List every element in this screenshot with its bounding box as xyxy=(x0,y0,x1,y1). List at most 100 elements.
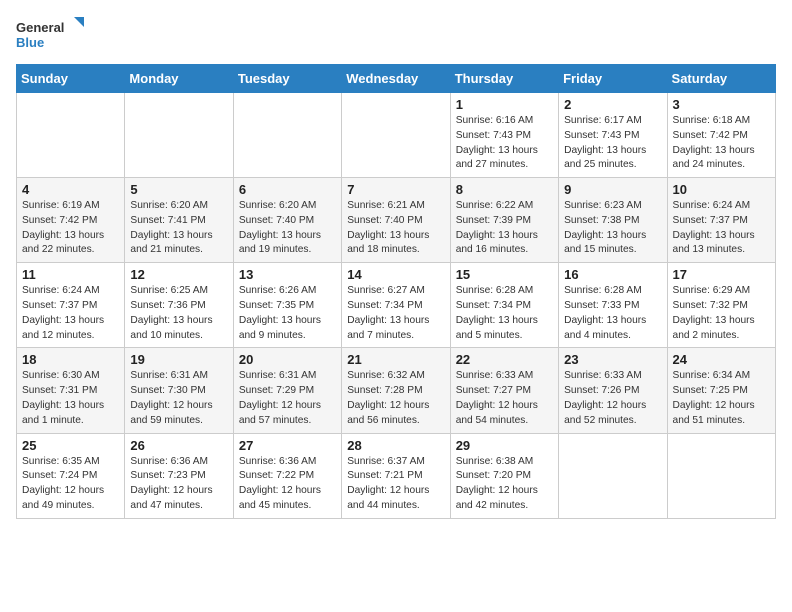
calendar-cell: 9 Sunrise: 6:23 AM Sunset: 7:38 PM Daylig… xyxy=(559,178,667,263)
day-number: 15 xyxy=(456,267,553,282)
day-number: 23 xyxy=(564,352,661,367)
day-number: 10 xyxy=(673,182,770,197)
calendar-week-row: 4 Sunrise: 6:19 AM Sunset: 7:42 PM Daylig… xyxy=(17,178,776,263)
calendar-cell: 20 Sunrise: 6:31 AM Sunset: 7:29 PM Dayli… xyxy=(233,348,341,433)
day-number: 3 xyxy=(673,97,770,112)
calendar-cell: 1 Sunrise: 6:16 AM Sunset: 7:43 PM Daylig… xyxy=(450,93,558,178)
day-info: Sunrise: 6:33 AM Sunset: 7:27 PM Dayligh… xyxy=(456,369,553,428)
calendar-week-row: 1 Sunrise: 6:16 AM Sunset: 7:43 PM Daylig… xyxy=(17,93,776,178)
calendar-cell xyxy=(667,433,775,518)
calendar-cell: 23Sunrise: 6:33 AM Sunset: 7:26 PM Dayli… xyxy=(559,348,667,433)
day-number: 29 xyxy=(456,438,553,453)
day-number: 20 xyxy=(239,352,336,367)
day-info: Sunrise: 6:36 AM Sunset: 7:23 PM Dayligh… xyxy=(130,455,227,514)
logo-svg: General Blue xyxy=(16,16,86,54)
day-info: Sunrise: 6:23 AM Sunset: 7:38 PM Dayligh… xyxy=(564,199,661,258)
day-number: 16 xyxy=(564,267,661,282)
day-info: Sunrise: 6:24 AM Sunset: 7:37 PM Dayligh… xyxy=(673,199,770,258)
day-info: Sunrise: 6:35 AM Sunset: 7:24 PM Dayligh… xyxy=(22,455,119,514)
day-number: 12 xyxy=(130,267,227,282)
day-number: 25 xyxy=(22,438,119,453)
calendar-cell: 26 Sunrise: 6:36 AM Sunset: 7:23 PM Dayli… xyxy=(125,433,233,518)
day-number: 28 xyxy=(347,438,444,453)
day-info: Sunrise: 6:34 AM Sunset: 7:25 PM Dayligh… xyxy=(673,369,770,428)
day-number: 22 xyxy=(456,352,553,367)
day-info: Sunrise: 6:20 AM Sunset: 7:40 PM Dayligh… xyxy=(239,199,336,258)
calendar-cell: 18 Sunrise: 6:30 AM Sunset: 7:31 PM Dayli… xyxy=(17,348,125,433)
calendar-cell: 7Sunrise: 6:21 AM Sunset: 7:40 PM Daylig… xyxy=(342,178,450,263)
calendar-cell: 29Sunrise: 6:38 AM Sunset: 7:20 PM Dayli… xyxy=(450,433,558,518)
calendar-week-row: 25 Sunrise: 6:35 AM Sunset: 7:24 PM Dayli… xyxy=(17,433,776,518)
calendar-week-row: 11 Sunrise: 6:24 AM Sunset: 7:37 PM Dayli… xyxy=(17,263,776,348)
day-of-week-header: Wednesday xyxy=(342,65,450,93)
calendar-cell: 4 Sunrise: 6:19 AM Sunset: 7:42 PM Daylig… xyxy=(17,178,125,263)
day-info: Sunrise: 6:20 AM Sunset: 7:41 PM Dayligh… xyxy=(130,199,227,258)
calendar-cell: 3 Sunrise: 6:18 AM Sunset: 7:42 PM Daylig… xyxy=(667,93,775,178)
calendar-cell: 11 Sunrise: 6:24 AM Sunset: 7:37 PM Dayli… xyxy=(17,263,125,348)
day-number: 17 xyxy=(673,267,770,282)
calendar-cell: 19Sunrise: 6:31 AM Sunset: 7:30 PM Dayli… xyxy=(125,348,233,433)
calendar-cell: 14Sunrise: 6:27 AM Sunset: 7:34 PM Dayli… xyxy=(342,263,450,348)
calendar-cell: 27 Sunrise: 6:36 AM Sunset: 7:22 PM Dayli… xyxy=(233,433,341,518)
day-of-week-header: Saturday xyxy=(667,65,775,93)
calendar-table: SundayMondayTuesdayWednesdayThursdayFrid… xyxy=(16,64,776,519)
day-info: Sunrise: 6:36 AM Sunset: 7:22 PM Dayligh… xyxy=(239,455,336,514)
calendar-cell: 2Sunrise: 6:17 AM Sunset: 7:43 PM Daylig… xyxy=(559,93,667,178)
day-info: Sunrise: 6:30 AM Sunset: 7:31 PM Dayligh… xyxy=(22,369,119,428)
day-info: Sunrise: 6:37 AM Sunset: 7:21 PM Dayligh… xyxy=(347,455,444,514)
day-info: Sunrise: 6:27 AM Sunset: 7:34 PM Dayligh… xyxy=(347,284,444,343)
day-number: 13 xyxy=(239,267,336,282)
logo: General Blue xyxy=(16,16,86,54)
day-number: 11 xyxy=(22,267,119,282)
calendar-cell: 16 Sunrise: 6:28 AM Sunset: 7:33 PM Dayli… xyxy=(559,263,667,348)
day-info: Sunrise: 6:18 AM Sunset: 7:42 PM Dayligh… xyxy=(673,114,770,173)
calendar-cell: 8 Sunrise: 6:22 AM Sunset: 7:39 PM Daylig… xyxy=(450,178,558,263)
day-of-week-header: Monday xyxy=(125,65,233,93)
day-of-week-header: Tuesday xyxy=(233,65,341,93)
day-info: Sunrise: 6:25 AM Sunset: 7:36 PM Dayligh… xyxy=(130,284,227,343)
day-info: Sunrise: 6:28 AM Sunset: 7:34 PM Dayligh… xyxy=(456,284,553,343)
day-of-week-header: Friday xyxy=(559,65,667,93)
page-header: General Blue xyxy=(16,16,776,54)
calendar-cell: 25 Sunrise: 6:35 AM Sunset: 7:24 PM Dayli… xyxy=(17,433,125,518)
day-number: 19 xyxy=(130,352,227,367)
day-info: Sunrise: 6:31 AM Sunset: 7:29 PM Dayligh… xyxy=(239,369,336,428)
day-number: 27 xyxy=(239,438,336,453)
day-number: 18 xyxy=(22,352,119,367)
day-number: 26 xyxy=(130,438,227,453)
calendar-cell: 13 Sunrise: 6:26 AM Sunset: 7:35 PM Dayli… xyxy=(233,263,341,348)
calendar-cell xyxy=(125,93,233,178)
day-info: Sunrise: 6:28 AM Sunset: 7:33 PM Dayligh… xyxy=(564,284,661,343)
day-info: Sunrise: 6:26 AM Sunset: 7:35 PM Dayligh… xyxy=(239,284,336,343)
calendar-cell xyxy=(559,433,667,518)
day-number: 6 xyxy=(239,182,336,197)
calendar-cell: 28 Sunrise: 6:37 AM Sunset: 7:21 PM Dayli… xyxy=(342,433,450,518)
day-info: Sunrise: 6:19 AM Sunset: 7:42 PM Dayligh… xyxy=(22,199,119,258)
day-number: 1 xyxy=(456,97,553,112)
calendar-cell: 15 Sunrise: 6:28 AM Sunset: 7:34 PM Dayli… xyxy=(450,263,558,348)
day-number: 24 xyxy=(673,352,770,367)
day-info: Sunrise: 6:22 AM Sunset: 7:39 PM Dayligh… xyxy=(456,199,553,258)
day-info: Sunrise: 6:24 AM Sunset: 7:37 PM Dayligh… xyxy=(22,284,119,343)
calendar-cell xyxy=(342,93,450,178)
day-number: 4 xyxy=(22,182,119,197)
day-number: 2 xyxy=(564,97,661,112)
calendar-body: 1 Sunrise: 6:16 AM Sunset: 7:43 PM Daylig… xyxy=(17,93,776,519)
calendar-cell: 24 Sunrise: 6:34 AM Sunset: 7:25 PM Dayli… xyxy=(667,348,775,433)
day-info: Sunrise: 6:29 AM Sunset: 7:32 PM Dayligh… xyxy=(673,284,770,343)
day-info: Sunrise: 6:16 AM Sunset: 7:43 PM Dayligh… xyxy=(456,114,553,173)
day-of-week-header: Sunday xyxy=(17,65,125,93)
day-info: Sunrise: 6:32 AM Sunset: 7:28 PM Dayligh… xyxy=(347,369,444,428)
calendar-cell xyxy=(17,93,125,178)
calendar-cell: 6 Sunrise: 6:20 AM Sunset: 7:40 PM Daylig… xyxy=(233,178,341,263)
day-number: 9 xyxy=(564,182,661,197)
calendar-cell: 5Sunrise: 6:20 AM Sunset: 7:41 PM Daylig… xyxy=(125,178,233,263)
day-number: 8 xyxy=(456,182,553,197)
day-info: Sunrise: 6:21 AM Sunset: 7:40 PM Dayligh… xyxy=(347,199,444,258)
calendar-cell: 21Sunrise: 6:32 AM Sunset: 7:28 PM Dayli… xyxy=(342,348,450,433)
calendar-cell: 22 Sunrise: 6:33 AM Sunset: 7:27 PM Dayli… xyxy=(450,348,558,433)
calendar-cell xyxy=(233,93,341,178)
calendar-cell: 12 Sunrise: 6:25 AM Sunset: 7:36 PM Dayli… xyxy=(125,263,233,348)
day-of-week-header: Thursday xyxy=(450,65,558,93)
calendar-header-row: SundayMondayTuesdayWednesdayThursdayFrid… xyxy=(17,65,776,93)
